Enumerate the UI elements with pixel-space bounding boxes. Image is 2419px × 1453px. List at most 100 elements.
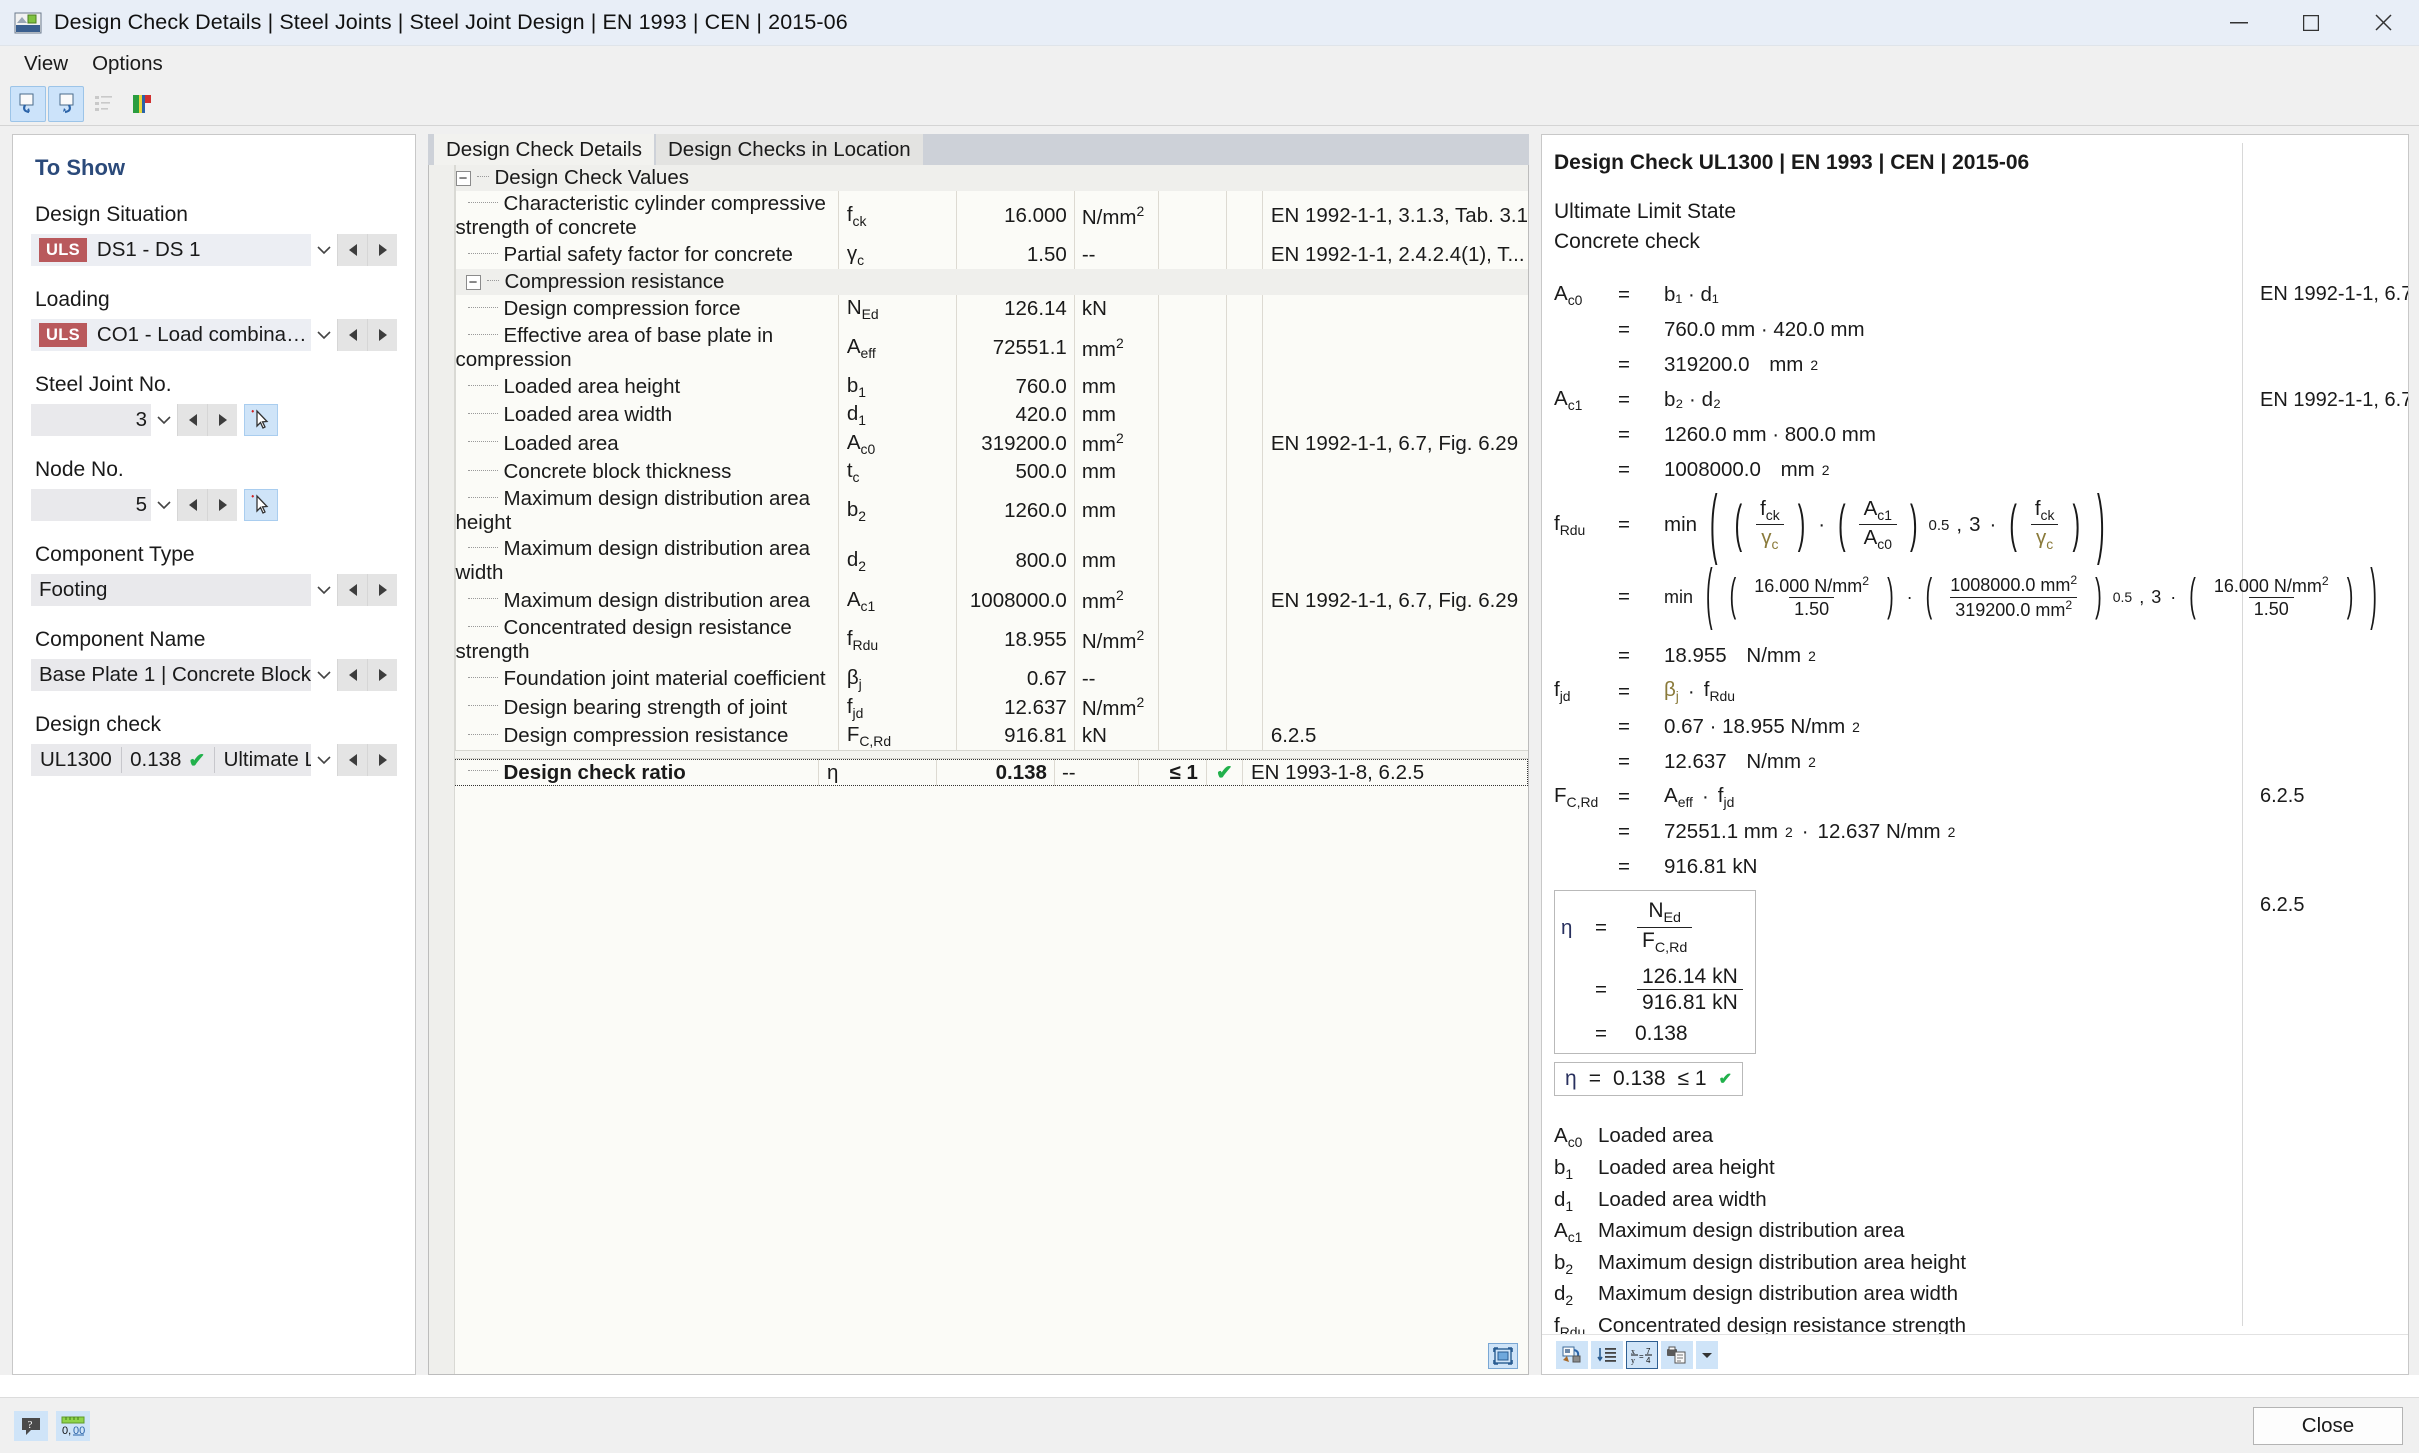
maximize-button[interactable] bbox=[2275, 0, 2347, 46]
row-unit-cell: mm2 bbox=[1073, 323, 1159, 374]
list-view-icon[interactable] bbox=[86, 86, 122, 122]
node-prev-button[interactable] bbox=[177, 489, 207, 521]
node-next-button[interactable] bbox=[207, 489, 237, 521]
units-decimal-icon[interactable]: 0, 00 bbox=[56, 1410, 90, 1441]
row-value-cell: 18.955 bbox=[955, 615, 1075, 666]
tab-design-checks-in-location[interactable]: Design Checks in Location bbox=[655, 134, 923, 165]
design-check-prev-button[interactable] bbox=[337, 744, 367, 776]
zoom-selection-icon[interactable] bbox=[1488, 1343, 1518, 1369]
fraction-ac1-ac0: Ac1 Ac0 bbox=[1858, 497, 1897, 553]
tab-design-check-details[interactable]: Design Check Details bbox=[434, 134, 654, 165]
chevron-down-icon[interactable] bbox=[311, 659, 337, 691]
row-reference-cell bbox=[1261, 458, 1528, 487]
close-window-button[interactable] bbox=[2347, 0, 2419, 46]
row-status-cell bbox=[1225, 693, 1263, 723]
component-name-combo[interactable]: Base Plate 1 | Concrete Block bbox=[31, 659, 397, 691]
legend-symbol: d1 bbox=[1554, 1187, 1574, 1214]
multiply-dot: · bbox=[1701, 784, 1709, 808]
ratio-symbol: η bbox=[826, 760, 839, 784]
equals-sign: = bbox=[1618, 388, 1630, 412]
equals-sign: = bbox=[1618, 854, 1630, 878]
design-situation-next-button[interactable] bbox=[367, 234, 397, 266]
steel-joint-next-button[interactable] bbox=[207, 404, 237, 436]
formula-symbol-ac0: Ac0 bbox=[1554, 281, 1583, 308]
chevron-down-icon[interactable] bbox=[311, 319, 337, 351]
table-row-design-check-ratio[interactable]: Design check ratio η 0.138 -- ≤ 1 ✔ EN 1… bbox=[429, 759, 1528, 787]
eta-symbol: η bbox=[1561, 915, 1573, 939]
formula-scroll-area[interactable]: Design Check UL1300 | EN 1993 | CEN | 20… bbox=[1542, 135, 2408, 1334]
pick-node-icon[interactable] bbox=[244, 489, 278, 521]
previous-check-icon[interactable] bbox=[10, 85, 46, 122]
row-reference-cell bbox=[1261, 665, 1528, 694]
row-unit-cell: N/mm2 bbox=[1073, 191, 1159, 241]
chevron-down-icon[interactable] bbox=[311, 234, 337, 266]
formula-ac0-line1: Ac0 = b₁ · d₁ EN 1992-1-1, 6.7, Fig. 6.2… bbox=[1554, 281, 2408, 308]
component-type-combo[interactable]: Footing bbox=[31, 574, 397, 606]
menu-options[interactable]: Options bbox=[80, 48, 175, 80]
export-icon[interactable] bbox=[1556, 1340, 1588, 1369]
node-no-label: Node No. bbox=[35, 458, 124, 481]
fraction-denominator: 1.50 bbox=[1789, 597, 1835, 621]
close-button[interactable]: Close bbox=[2253, 1406, 2403, 1445]
formula-ac1-reference: EN 1992-1-1, 6.7, Fig. 6.29 bbox=[2260, 388, 2408, 411]
unit-exponent: 2 bbox=[1784, 823, 1793, 840]
dropdown-arrow-icon[interactable] bbox=[1696, 1340, 1718, 1369]
loading-prev-button[interactable] bbox=[337, 319, 367, 351]
print-icon[interactable] bbox=[1661, 1340, 1693, 1369]
unit-exponent: 2 bbox=[1808, 753, 1816, 770]
loading-next-button[interactable] bbox=[367, 319, 397, 351]
collapse-toggle-icon[interactable]: − bbox=[465, 275, 481, 291]
chevron-down-icon[interactable] bbox=[151, 404, 177, 436]
pick-steel-joint-icon[interactable] bbox=[244, 404, 278, 436]
design-check-values-card: − Design Check Values Characteristic cylin… bbox=[428, 165, 1529, 1375]
fraction-ac1-value: 1008000.0 mm2 319200.0 mm2 bbox=[1945, 573, 2082, 621]
node-no-combo[interactable]: 5 bbox=[31, 489, 397, 521]
comma: , bbox=[1956, 513, 1963, 537]
equals-sign: = bbox=[1618, 458, 1630, 482]
component-name-value: Base Plate 1 | Concrete Block bbox=[39, 663, 311, 686]
chevron-down-icon[interactable] bbox=[151, 489, 177, 521]
tab-strip: Design Check Details Design Checks in Lo… bbox=[428, 134, 1529, 165]
component-name-next-button[interactable] bbox=[367, 659, 397, 691]
chevron-down-icon[interactable] bbox=[311, 744, 337, 776]
table-scroll-area[interactable]: − Design Check Values Characteristic cylin… bbox=[429, 165, 1528, 1338]
design-situation-combo[interactable]: ULS DS1 - DS 1 bbox=[31, 234, 397, 266]
group-header-compression-resistance[interactable]: − Compression resistance bbox=[455, 269, 1528, 296]
ratio-limit-cell: ≤ 1 bbox=[1137, 759, 1207, 787]
row-status-cell bbox=[1225, 615, 1263, 666]
equals-sign: = bbox=[1618, 714, 1630, 738]
design-check-combo[interactable]: UL1300 0.138 ✔ Ultimate Limit State | C.… bbox=[31, 744, 397, 776]
list-details-icon[interactable] bbox=[1591, 1340, 1623, 1369]
chevron-down-icon[interactable] bbox=[311, 574, 337, 606]
row-unit-cell: mm bbox=[1073, 401, 1159, 430]
row-description-cell: Loaded area height bbox=[455, 373, 838, 401]
design-check-next-button[interactable] bbox=[367, 744, 397, 776]
row-limit-cell bbox=[1157, 722, 1227, 751]
formula-toggle-icon[interactable]: x y = 7 4 bbox=[1626, 1340, 1658, 1369]
row-value-cell: 1008000.0 bbox=[955, 586, 1075, 616]
collapse-toggle-icon[interactable]: − bbox=[455, 171, 471, 187]
loading-combo[interactable]: ULS CO1 - Load combination 1 bbox=[31, 319, 397, 351]
component-name-prev-button[interactable] bbox=[337, 659, 367, 691]
row-unit-cell: mm bbox=[1073, 458, 1159, 487]
formula-subscript: C,Rd bbox=[1566, 793, 1599, 810]
next-check-icon[interactable] bbox=[48, 85, 84, 122]
row-description: Effective area of base plate in compress… bbox=[455, 324, 774, 372]
menu-view[interactable]: View bbox=[12, 48, 80, 80]
minimize-button[interactable] bbox=[2203, 0, 2275, 46]
check-mark-icon: ✔ bbox=[188, 749, 206, 772]
row-symbol-cell: tc bbox=[837, 458, 957, 487]
row-limit-cell bbox=[1157, 373, 1227, 402]
group-header-design-check-values[interactable]: − Design Check Values bbox=[455, 165, 1528, 191]
steel-joint-no-combo[interactable]: 3 bbox=[31, 404, 397, 436]
color-render-icon[interactable] bbox=[124, 86, 160, 122]
component-type-prev-button[interactable] bbox=[337, 574, 367, 606]
help-balloon-icon[interactable]: ? bbox=[14, 1410, 48, 1441]
row-unit-cell: mm2 bbox=[1073, 586, 1159, 616]
row-symbol-cell: Aeff bbox=[837, 323, 957, 374]
formula-ac0-result: 319200.0 mm 2 bbox=[1664, 353, 1818, 377]
component-type-next-button[interactable] bbox=[367, 574, 397, 606]
steel-joint-prev-button[interactable] bbox=[177, 404, 207, 436]
equals-sign: = bbox=[1618, 282, 1630, 306]
design-situation-prev-button[interactable] bbox=[337, 234, 367, 266]
